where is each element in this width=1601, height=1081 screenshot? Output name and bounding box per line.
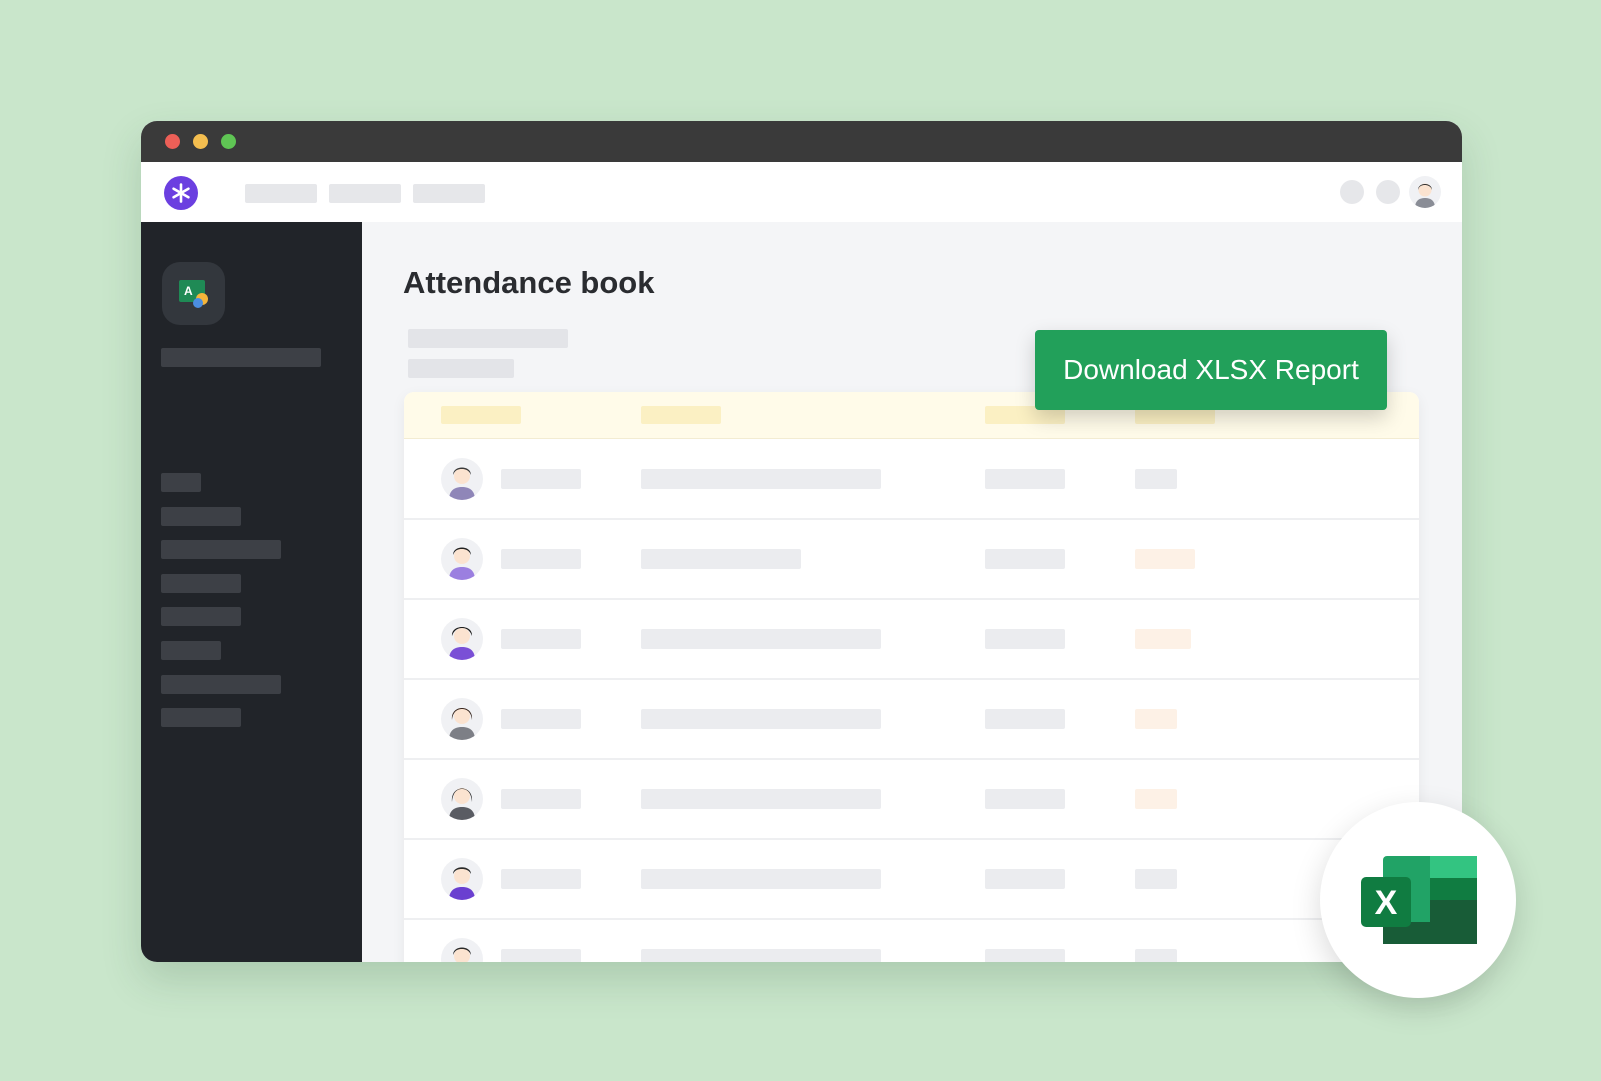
attendance-table	[404, 392, 1419, 962]
subtitle-placeholder	[408, 359, 514, 378]
time-placeholder	[985, 789, 1065, 809]
excel-icon: X	[1361, 856, 1477, 944]
close-window-button[interactable]	[165, 134, 180, 149]
info-placeholder	[641, 469, 881, 489]
sidebar-item-placeholder[interactable]	[161, 507, 241, 526]
attendance-app-icon[interactable]: A	[162, 262, 225, 325]
status-placeholder	[1135, 949, 1177, 962]
table-row[interactable]	[404, 839, 1419, 920]
table-row[interactable]	[404, 599, 1419, 680]
asterisk-logo-icon[interactable]	[164, 176, 198, 210]
sidebar-item-placeholder[interactable]	[161, 574, 241, 593]
time-placeholder	[985, 869, 1065, 889]
student-avatar	[441, 698, 483, 740]
table-row[interactable]	[404, 519, 1419, 600]
time-placeholder	[985, 709, 1065, 729]
subtitle-placeholder	[408, 329, 568, 348]
name-placeholder	[501, 549, 581, 569]
student-avatar	[441, 778, 483, 820]
info-placeholder	[641, 789, 881, 809]
status-placeholder	[1135, 709, 1177, 729]
name-placeholder	[501, 709, 581, 729]
header-icon-placeholder[interactable]	[1376, 180, 1400, 204]
excel-letter: X	[1375, 884, 1398, 922]
excel-badge: X	[1320, 802, 1516, 998]
browser-window: A Attendance book	[141, 121, 1462, 962]
status-placeholder	[1135, 869, 1177, 889]
name-placeholder	[501, 949, 581, 962]
info-placeholder	[641, 869, 881, 889]
nav-item-placeholder[interactable]	[245, 184, 317, 203]
window-titlebar	[141, 121, 1462, 162]
status-placeholder	[1135, 789, 1177, 809]
table-row[interactable]	[404, 439, 1419, 520]
column-header-placeholder	[441, 406, 521, 424]
nav-item-placeholder[interactable]	[329, 184, 401, 203]
page-title: Attendance book	[403, 265, 655, 300]
info-placeholder	[641, 709, 881, 729]
info-placeholder	[641, 629, 881, 649]
info-placeholder	[641, 949, 881, 962]
table-row[interactable]	[404, 919, 1419, 962]
table-row[interactable]	[404, 759, 1419, 840]
time-placeholder	[985, 549, 1065, 569]
student-avatar	[441, 458, 483, 500]
student-avatar	[441, 938, 483, 962]
minimize-window-button[interactable]	[193, 134, 208, 149]
column-header-placeholder	[641, 406, 721, 424]
download-xlsx-report-button[interactable]: Download XLSX Report	[1035, 330, 1387, 410]
maximize-window-button[interactable]	[221, 134, 236, 149]
sidebar-item-placeholder[interactable]	[161, 641, 221, 660]
status-placeholder	[1135, 629, 1191, 649]
nav-item-placeholder[interactable]	[413, 184, 485, 203]
name-placeholder	[501, 789, 581, 809]
sidebar-item-placeholder[interactable]	[161, 540, 281, 559]
name-placeholder	[501, 629, 581, 649]
student-avatar	[441, 618, 483, 660]
student-avatar	[441, 538, 483, 580]
name-placeholder	[501, 469, 581, 489]
table-row[interactable]	[404, 679, 1419, 760]
time-placeholder	[985, 629, 1065, 649]
info-placeholder	[641, 549, 801, 569]
student-avatar	[441, 858, 483, 900]
header-icon-placeholder[interactable]	[1340, 180, 1364, 204]
sidebar-item-placeholder[interactable]	[161, 607, 241, 626]
user-avatar[interactable]	[1409, 176, 1441, 208]
sidebar: A	[141, 222, 362, 962]
app-header	[141, 162, 1462, 222]
name-placeholder	[501, 869, 581, 889]
sidebar-title-placeholder	[161, 348, 321, 367]
sidebar-item-placeholder[interactable]	[161, 708, 241, 727]
sidebar-item-placeholder[interactable]	[161, 675, 281, 694]
time-placeholder	[985, 949, 1065, 962]
svg-text:A: A	[184, 284, 193, 298]
status-placeholder	[1135, 549, 1195, 569]
time-placeholder	[985, 469, 1065, 489]
sidebar-item-placeholder[interactable]	[161, 473, 201, 492]
status-placeholder	[1135, 469, 1177, 489]
